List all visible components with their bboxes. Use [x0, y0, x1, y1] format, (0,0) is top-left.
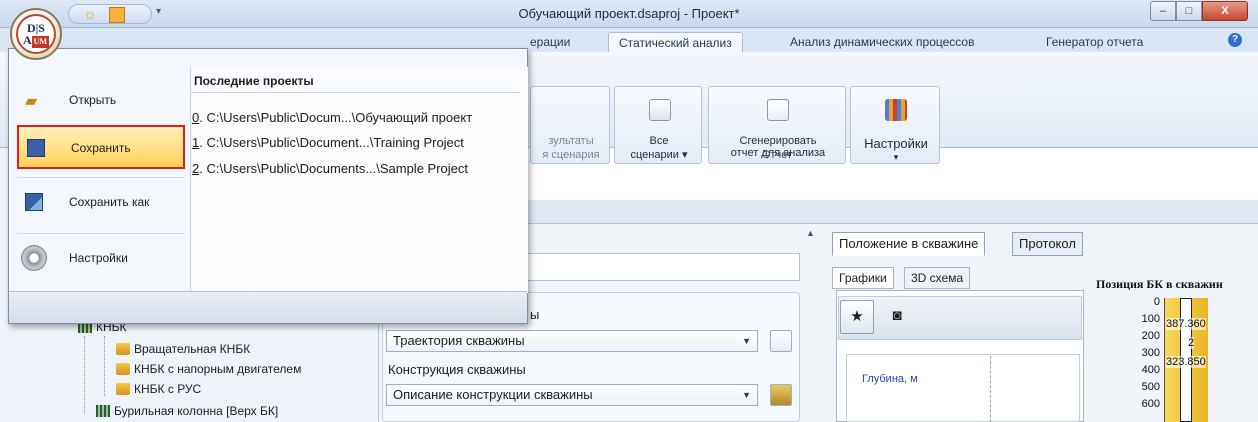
- tab-operations[interactable]: ерации: [520, 32, 580, 52]
- tree-connector: [84, 336, 85, 414]
- close-button[interactable]: X: [1202, 1, 1248, 21]
- pin-button[interactable]: ★: [840, 300, 874, 334]
- save-as-icon: [25, 193, 43, 211]
- section-label: ы: [530, 307, 540, 322]
- depth-plot: [846, 354, 1080, 422]
- tree-item-drill-string[interactable]: Бурильная колонна [Верх БК]: [96, 404, 278, 418]
- ruler-tick: 200: [1141, 330, 1160, 342]
- construction-edit-button[interactable]: [770, 384, 792, 406]
- lock-icon: [116, 343, 130, 355]
- bha-value: 387.360: [1166, 318, 1206, 330]
- results-button[interactable]: зультаты я сценария: [530, 86, 610, 164]
- scroll-up-icon[interactable]: ▲: [806, 228, 815, 238]
- window-title: Обучающий проект.dsaproj - Проект*: [518, 6, 740, 21]
- bha-value: 323.850: [1166, 356, 1206, 368]
- app-menu-footer: [9, 291, 527, 323]
- recent-project-2[interactable]: 2. C:\Users\Public\Documents...\Sample P…: [192, 161, 468, 176]
- pin-icon: ★: [850, 308, 864, 325]
- report-doc-icon: [649, 99, 671, 121]
- ruler-tick: 600: [1141, 398, 1160, 410]
- save-icon: [27, 139, 45, 157]
- ruler-tick: 100: [1141, 313, 1160, 325]
- ruler-tick: 400: [1141, 364, 1160, 376]
- tree-item-rss-bha[interactable]: КНБК с РУС: [116, 382, 201, 396]
- camera-button[interactable]: ◙: [880, 300, 914, 334]
- app-menu-button[interactable]: D|S A UM: [10, 8, 62, 60]
- tree-item-motor-bha[interactable]: КНБК с напорным двигателем: [116, 362, 301, 376]
- tab-static-analysis[interactable]: Статический анализ: [608, 32, 743, 52]
- app-menu-commands: ▰ Открыть Сохранить Сохранить как Настро…: [9, 67, 191, 293]
- trajectory-select[interactable]: Траектория скважины ▼: [386, 330, 758, 352]
- bha-position-title: Позиция БК в скважин: [1096, 277, 1223, 291]
- lock-icon: [116, 383, 130, 395]
- help-icon[interactable]: ?: [1228, 33, 1242, 47]
- tab-dynamic-analysis[interactable]: Анализ динамических процессов: [780, 32, 984, 52]
- tab-3d-scheme[interactable]: 3D схема: [904, 267, 971, 289]
- camera-icon: ◙: [892, 307, 902, 324]
- app-logo-icon: D|S A UM: [16, 14, 56, 54]
- tab-report-generator[interactable]: Генератор отчета: [1036, 32, 1153, 52]
- recent-projects: [192, 67, 528, 293]
- ruler-tick: 300: [1141, 347, 1160, 359]
- menu-save[interactable]: Сохранить: [17, 125, 185, 169]
- menu-save-as[interactable]: Сохранить как: [17, 181, 185, 225]
- gridline: [990, 356, 991, 422]
- results-label-2: я сценария: [542, 149, 600, 161]
- recent-separator: [190, 92, 520, 93]
- chevron-down-icon: ▼: [742, 336, 751, 346]
- minimize-button[interactable]: –: [1150, 1, 1176, 21]
- recent-project-1[interactable]: 1. C:\Users\Public\Document...\Training …: [192, 135, 464, 150]
- depth-axis-label: Глубина, м: [862, 373, 918, 385]
- bha-value: 2: [1188, 337, 1195, 349]
- report-group: Сгенерировать отчет для анализа Отчет: [708, 86, 846, 164]
- recent-projects-heading: Последние проекты: [194, 74, 314, 88]
- group-caption-report: Отчет: [761, 149, 793, 161]
- tree-item-rotary-bha[interactable]: Вращательная КНБК: [116, 342, 250, 356]
- results-label-1: зультаты: [548, 135, 594, 147]
- folder-open-icon: ▰: [25, 93, 38, 110]
- maximize-button[interactable]: □: [1176, 1, 1202, 21]
- title-bar: ☼ ▾ Обучающий проект.dsaproj - Проект* –…: [0, 0, 1258, 28]
- ruler-tick: 0: [1153, 296, 1160, 308]
- tab-charts[interactable]: Графики: [832, 267, 894, 289]
- app-menu: ▰ Открыть Сохранить Сохранить как Настро…: [8, 48, 528, 324]
- tree-connector: [104, 336, 105, 396]
- construction-select[interactable]: Описание конструкции скважины ▼: [386, 384, 758, 406]
- menu-settings[interactable]: Настройки: [17, 237, 185, 281]
- menu-open[interactable]: ▰ Открыть: [17, 79, 185, 123]
- ruler-tick: 500: [1141, 381, 1160, 393]
- trajectory-edit-button[interactable]: [770, 330, 792, 352]
- all-scenarios-button[interactable]: Все сценарии ▾: [614, 86, 702, 164]
- generate-report-icon[interactable]: [767, 99, 789, 121]
- lock-icon: [116, 363, 130, 375]
- menu-separator: [17, 177, 185, 178]
- tab-well-position[interactable]: Положение в скважине: [832, 232, 986, 256]
- recent-project-0[interactable]: 0. C:\Users\Public\Docum...\Обучающий пр…: [192, 110, 472, 125]
- chevron-down-icon: ▼: [742, 390, 751, 400]
- settings-button[interactable]: Настройки ▾: [850, 86, 940, 164]
- menu-separator: [17, 233, 185, 234]
- construction-label: Конструкция скважины: [388, 362, 526, 377]
- tab-protocol[interactable]: Протокол: [1012, 232, 1083, 256]
- settings-chart-icon: [885, 99, 907, 121]
- chart-toolbar: [838, 296, 1082, 340]
- gears-icon: [21, 245, 47, 271]
- drill-string-icon: [96, 405, 110, 417]
